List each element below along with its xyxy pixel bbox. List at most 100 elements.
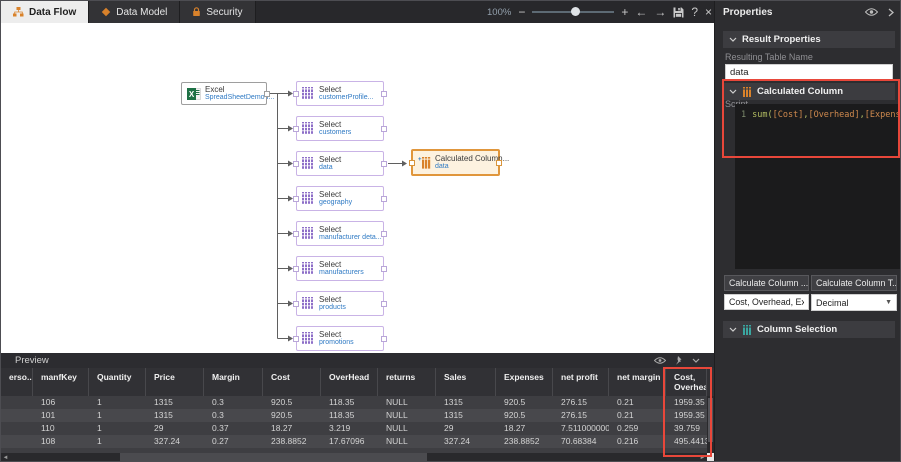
pin-icon[interactable]: [675, 356, 683, 365]
scrollbar-track[interactable]: [10, 453, 698, 462]
column-header[interactable]: Margin: [204, 368, 263, 396]
table-row[interactable]: 1081327.240.27238.885217.67096NULL327.24…: [1, 435, 714, 448]
input-port[interactable]: [293, 231, 299, 237]
close-button[interactable]: ×: [705, 6, 712, 18]
output-port[interactable]: [381, 266, 387, 272]
output-port[interactable]: [381, 336, 387, 342]
output-port[interactable]: [381, 196, 387, 202]
zoom-in-button[interactable]: +: [621, 6, 628, 18]
input-port[interactable]: [293, 91, 299, 97]
flow-canvas[interactable]: X Excel SpreadSheetDemo I... Select cust…: [1, 23, 714, 353]
select-node[interactable]: Select manufacturers: [296, 256, 384, 281]
output-port[interactable]: [381, 161, 387, 167]
back-button[interactable]: ←: [635, 6, 647, 18]
column-header[interactable]: OverHead: [321, 368, 378, 396]
zoom-slider[interactable]: [532, 7, 614, 17]
table-cell: 0.37: [204, 422, 263, 435]
column-header[interactable]: net margin: [609, 368, 666, 396]
output-port[interactable]: [381, 91, 387, 97]
select-node[interactable]: Select geography: [296, 186, 384, 211]
column-header[interactable]: Price: [146, 368, 204, 396]
select-node[interactable]: Select manufacturer deta...: [296, 221, 384, 246]
table-cell: [1, 422, 33, 435]
tab-data-model[interactable]: Data Model: [89, 1, 180, 23]
input-port[interactable]: [409, 160, 415, 166]
table-cell: 101: [33, 409, 89, 422]
scrollbar-thumb[interactable]: [120, 453, 427, 462]
section-title: Column Selection: [757, 324, 837, 335]
table-row[interactable]: 101113150.3920.5118.35NULL1315920.5276.1…: [1, 409, 714, 422]
excel-source-node[interactable]: X Excel SpreadSheetDemo I...: [181, 82, 267, 105]
input-port[interactable]: [293, 126, 299, 132]
chevron-down-icon[interactable]: [692, 358, 700, 363]
select-node[interactable]: Select data: [296, 151, 384, 176]
select-node-icon: [302, 297, 315, 310]
horizontal-scrollbar[interactable]: ◄ ►: [1, 453, 707, 462]
table-cell: 17.67096: [321, 435, 378, 448]
eye-icon[interactable]: [865, 8, 878, 16]
select-node[interactable]: Select customers: [296, 116, 384, 141]
select-node[interactable]: Select products: [296, 291, 384, 316]
scroll-left-arrow[interactable]: ◄: [1, 455, 10, 461]
table-cell: NULL: [378, 422, 436, 435]
calc-column-type-select[interactable]: Decimal ▼: [811, 294, 897, 311]
result-properties-section[interactable]: Result Properties: [723, 31, 895, 48]
column-header[interactable]: returns: [378, 368, 436, 396]
table-name-input[interactable]: [725, 64, 893, 80]
column-selection-section[interactable]: Column Selection: [723, 321, 895, 338]
calc-column-name-input[interactable]: [724, 294, 809, 310]
output-port[interactable]: [381, 301, 387, 307]
table-cell: [1, 435, 33, 448]
calculated-column-section[interactable]: Calculated Column: [723, 83, 895, 100]
script-editor[interactable]: 1sum([Cost],[Overhead],[Expenses]): [735, 104, 901, 269]
calculate-column-name-header[interactable]: Calculate Column ...: [724, 275, 809, 291]
save-icon[interactable]: [673, 7, 684, 18]
table-row[interactable]: 1101290.3718.273.219NULL2918.277.5110000…: [1, 422, 714, 435]
table-cell: 0.27: [204, 435, 263, 448]
scrollbar-thumb[interactable]: [708, 398, 713, 442]
column-header[interactable]: Sales: [436, 368, 496, 396]
calculate-column-type-header[interactable]: Calculate Column T...: [811, 275, 897, 291]
column-header[interactable]: Quantity: [89, 368, 146, 396]
script-token: sum(: [752, 110, 772, 120]
column-header[interactable]: erso...: [1, 368, 33, 396]
vertical-scrollbar[interactable]: [707, 396, 714, 453]
column-header[interactable]: Cost: [263, 368, 321, 396]
column-header[interactable]: Expenses: [496, 368, 553, 396]
calculated-column-node[interactable]: + Calculated Column... data: [411, 149, 500, 176]
scroll-right-arrow[interactable]: ►: [698, 455, 707, 461]
output-port[interactable]: [496, 160, 502, 166]
calculated-column-node-icon: +: [418, 156, 431, 169]
collapse-panel-icon[interactable]: [888, 8, 894, 17]
output-port[interactable]: [381, 126, 387, 132]
column-header[interactable]: manfKey: [33, 368, 89, 396]
input-port[interactable]: [293, 301, 299, 307]
column-header[interactable]: Cost, Overhead,...: [666, 368, 707, 396]
input-port[interactable]: [293, 196, 299, 202]
column-header[interactable]: net profit: [553, 368, 609, 396]
tab-security[interactable]: Security: [180, 1, 255, 23]
input-port[interactable]: [293, 266, 299, 272]
table-cell: 0.21: [609, 409, 666, 422]
table-row[interactable]: 106113150.3920.5118.35NULL1315920.5276.1…: [1, 396, 714, 409]
table-cell: 3.219: [321, 422, 378, 435]
node-subtitle: data: [319, 164, 341, 172]
forward-button[interactable]: →: [654, 6, 666, 18]
output-port[interactable]: [264, 91, 270, 97]
node-title: Select: [319, 120, 351, 129]
input-port[interactable]: [293, 336, 299, 342]
zoom-slider-handle[interactable]: [571, 7, 580, 16]
eye-icon[interactable]: [654, 357, 666, 364]
select-value: Decimal: [816, 298, 849, 308]
table-cell: 7.5110000000...: [553, 422, 609, 435]
select-node[interactable]: Select promotions: [296, 326, 384, 351]
tab-data-flow[interactable]: Data Flow: [1, 1, 89, 23]
select-node[interactable]: Select customerProfile...: [296, 81, 384, 106]
zoom-out-button[interactable]: −: [518, 6, 525, 18]
table-cell: 495.44136: [666, 435, 707, 448]
preview-panel: Preview erso...manfKeyQuantityPriceMargi…: [1, 353, 714, 462]
help-button[interactable]: ?: [691, 6, 698, 18]
output-port[interactable]: [381, 231, 387, 237]
input-port[interactable]: [293, 161, 299, 167]
script-code: sum([Cost],[Overhead],[Expenses]): [752, 110, 901, 120]
